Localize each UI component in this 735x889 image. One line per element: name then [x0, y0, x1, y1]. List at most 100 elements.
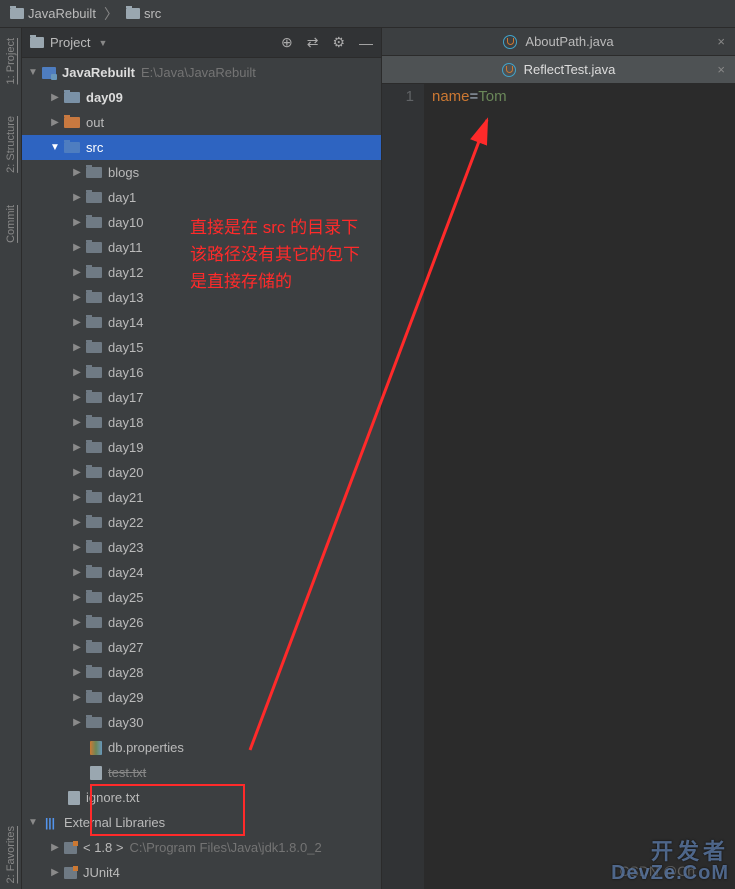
tree-folder[interactable]: ▶ day14: [22, 310, 381, 335]
tree-folder[interactable]: ▶day19: [22, 435, 381, 460]
project-icon: [30, 37, 44, 48]
library-icon: [64, 842, 77, 854]
close-icon[interactable]: ×: [717, 34, 725, 49]
line-number: 1: [382, 88, 414, 105]
chevron-right-icon[interactable]: ▶: [72, 517, 82, 528]
chevron-right-icon[interactable]: ▶: [72, 467, 82, 478]
source-folder-icon: [64, 142, 80, 153]
tree-folder[interactable]: ▶ day27: [22, 635, 381, 660]
project-tree[interactable]: ▼ JavaRebuilt E:\Java\JavaRebuilt ▶day09…: [22, 58, 381, 889]
tree-external-libraries[interactable]: ▼ ||| External Libraries: [22, 810, 381, 835]
tree-label: day29: [108, 690, 143, 705]
tree-folder[interactable]: ▶day15: [22, 335, 381, 360]
chevron-right-icon[interactable]: ▶: [72, 342, 82, 353]
tree-folder[interactable]: ▶day20: [22, 460, 381, 485]
chevron-right-icon[interactable]: ▶: [72, 367, 82, 378]
chevron-right-icon[interactable]: ▶: [72, 167, 82, 178]
chevron-right-icon[interactable]: ▶: [72, 667, 82, 678]
package-icon: [86, 617, 102, 628]
chevron-right-icon[interactable]: ▶: [72, 292, 82, 303]
chevron-right-icon: 〉: [104, 4, 118, 24]
tree-label: JUnit4: [83, 865, 120, 880]
tree-folder[interactable]: ▶day17: [22, 385, 381, 410]
chevron-right-icon[interactable]: ▶: [72, 192, 82, 203]
rail-tab-commit[interactable]: Commit: [5, 199, 17, 249]
chevron-right-icon[interactable]: ▶: [72, 317, 82, 328]
rail-tab-project[interactable]: 1: Project: [5, 32, 17, 90]
tree-folder[interactable]: ▶day18: [22, 410, 381, 435]
breadcrumb-item-src[interactable]: src: [120, 4, 167, 23]
tree-file[interactable]: db.properties: [22, 735, 381, 760]
tree-label: day27: [108, 640, 143, 655]
rail-tab-structure[interactable]: 2: Structure: [5, 110, 17, 179]
tree-folder[interactable]: ▶day24: [22, 560, 381, 585]
tree-folder[interactable]: ▶day21: [22, 485, 381, 510]
tab-aboutpath[interactable]: AboutPath.java ×: [382, 28, 735, 55]
panel-title[interactable]: Project: [50, 35, 90, 50]
tree-folder[interactable]: ▶day16: [22, 360, 381, 385]
chevron-right-icon[interactable]: ▶: [72, 642, 82, 653]
tree-folder[interactable]: ▶day10: [22, 210, 381, 235]
chevron-right-icon[interactable]: ▶: [72, 242, 82, 253]
package-icon: [86, 342, 102, 353]
chevron-right-icon[interactable]: ▶: [72, 267, 82, 278]
tree-label: src: [86, 140, 103, 155]
chevron-down-icon[interactable]: ▼: [50, 142, 60, 153]
gear-icon[interactable]: ⚙: [332, 34, 345, 51]
chevron-right-icon[interactable]: ▶: [72, 542, 82, 553]
tree-folder[interactable]: ▶day23: [22, 535, 381, 560]
tree-library[interactable]: ▶ JUnit4: [22, 860, 381, 885]
chevron-right-icon[interactable]: ▶: [50, 867, 60, 878]
package-icon: [86, 317, 102, 328]
chevron-down-icon[interactable]: ▼: [28, 67, 38, 78]
tab-reflecttest[interactable]: ReflectTest.java ×: [382, 56, 735, 83]
tree-folder[interactable]: ▶day25: [22, 585, 381, 610]
tree-label: blogs: [108, 165, 139, 180]
chevron-right-icon[interactable]: ▶: [72, 392, 82, 403]
chevron-right-icon[interactable]: ▶: [72, 417, 82, 428]
chevron-down-icon[interactable]: ▼: [98, 38, 107, 48]
hide-icon[interactable]: —: [359, 35, 373, 51]
tree-file[interactable]: ignore.txt: [22, 785, 381, 810]
tree-label: day26: [108, 615, 143, 630]
tree-folder[interactable]: ▶day1: [22, 185, 381, 210]
java-class-icon: [502, 63, 516, 77]
tree-folder[interactable]: ▶day12: [22, 260, 381, 285]
tree-folder-src[interactable]: ▼ src: [22, 135, 381, 160]
tree-file[interactable]: test.txt: [22, 760, 381, 785]
code-content[interactable]: name=Tom: [424, 84, 735, 889]
chevron-right-icon[interactable]: ▶: [72, 692, 82, 703]
tree-folder[interactable]: ▶ day26: [22, 610, 381, 635]
tree-folder[interactable]: ▶ day29: [22, 685, 381, 710]
project-panel-header: Project ▼ ⊕ ⇄ ⚙ —: [22, 28, 381, 58]
chevron-right-icon[interactable]: ▶: [72, 442, 82, 453]
tree-folder[interactable]: ▶day09: [22, 85, 381, 110]
close-icon[interactable]: ×: [717, 62, 725, 77]
chevron-right-icon[interactable]: ▶: [72, 617, 82, 628]
chevron-down-icon[interactable]: ▼: [28, 817, 38, 828]
chevron-right-icon[interactable]: ▶: [72, 217, 82, 228]
select-target-icon[interactable]: ⊕: [281, 34, 293, 51]
chevron-right-icon[interactable]: ▶: [72, 717, 82, 728]
tree-folder[interactable]: ▶out: [22, 110, 381, 135]
tree-library[interactable]: ▶< 1.8 >C:\Program Files\Java\jdk1.8.0_2: [22, 835, 381, 860]
expand-all-icon[interactable]: ⇄: [307, 34, 319, 51]
tree-folder[interactable]: ▶day28: [22, 660, 381, 685]
chevron-right-icon[interactable]: ▶: [72, 492, 82, 503]
chevron-right-icon[interactable]: ▶: [50, 842, 60, 853]
tree-project-root[interactable]: ▼ JavaRebuilt E:\Java\JavaRebuilt: [22, 60, 381, 85]
chevron-right-icon[interactable]: ▶: [50, 92, 60, 103]
package-icon: [86, 692, 102, 703]
tree-folder[interactable]: ▶day13: [22, 285, 381, 310]
tree-label: day14: [108, 315, 143, 330]
tree-folder[interactable]: ▶day11: [22, 235, 381, 260]
breadcrumb-item-root[interactable]: JavaRebuilt: [4, 4, 102, 23]
tree-folder[interactable]: ▶day22: [22, 510, 381, 535]
tree-folder[interactable]: ▶ blogs: [22, 160, 381, 185]
chevron-right-icon[interactable]: ▶: [72, 592, 82, 603]
rail-tab-favorites[interactable]: 2: Favorites: [5, 820, 17, 889]
chevron-right-icon[interactable]: ▶: [72, 567, 82, 578]
chevron-right-icon[interactable]: ▶: [50, 117, 60, 128]
tree-folder[interactable]: ▶day30: [22, 710, 381, 735]
code-editor[interactable]: 1 name=Tom: [382, 84, 735, 889]
